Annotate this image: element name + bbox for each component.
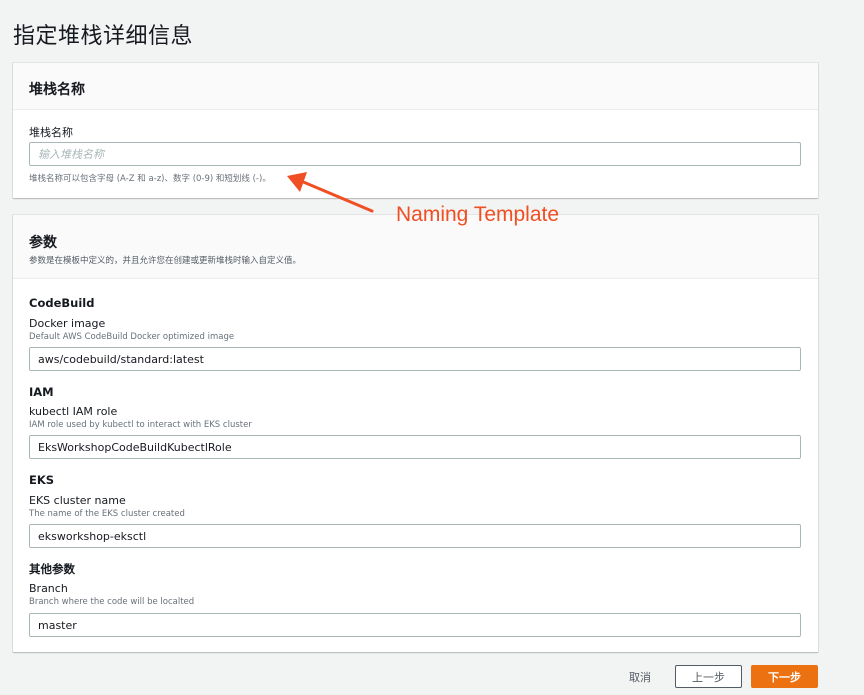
docker-image-description: Default AWS CodeBuild Docker optimized i… — [29, 332, 235, 342]
cancel-button[interactable]: 取消 — [620, 665, 660, 688]
eks-cluster-name-label: EKS cluster name — [29, 494, 126, 507]
branch-label: Branch — [29, 582, 68, 595]
group-title-other-parameters: 其他参数 — [29, 562, 75, 576]
next-button[interactable]: 下一步 — [751, 665, 818, 688]
eks-cluster-name-input[interactable] — [29, 524, 801, 548]
annotation-label: Naming Template — [396, 203, 560, 226]
stack-name-panel-header: 堆栈名称 — [13, 63, 818, 110]
eks-cluster-name-description: The name of the EKS cluster created — [29, 509, 185, 519]
kubectl-iam-role-input[interactable] — [29, 435, 801, 459]
stack-name-hint: 堆栈名称可以包含字母 (A-Z 和 a-z)、数字 (0-9) 和短划线 (-)… — [29, 174, 271, 184]
parameters-panel-description: 参数是在模板中定义的，并且允许您在创建或更新堆栈时输入自定义值。 — [29, 256, 302, 266]
stack-name-input[interactable] — [29, 142, 801, 166]
page-title: 指定堆栈详细信息 — [13, 24, 194, 49]
parameters-panel: 参数 参数是在模板中定义的，并且允许您在创建或更新堆栈时输入自定义值。 Code… — [13, 215, 818, 652]
stack-name-panel-title: 堆栈名称 — [29, 82, 85, 98]
stack-name-label: 堆栈名称 — [29, 126, 73, 139]
branch-input[interactable] — [29, 613, 801, 637]
annotation-arrow-icon — [287, 172, 374, 213]
kubectl-iam-role-description: IAM role used by kubectl to interact wit… — [29, 420, 252, 430]
group-title-iam: IAM — [29, 385, 54, 399]
stack-name-panel: 堆栈名称 堆栈名称 堆栈名称可以包含字母 (A-Z 和 a-z)、数字 (0-9… — [13, 63, 818, 198]
group-title-codebuild: CodeBuild — [29, 296, 95, 310]
branch-description: Branch where the code will be localted — [29, 597, 195, 607]
docker-image-label: Docker image — [29, 317, 106, 330]
group-title-eks: EKS — [29, 473, 55, 487]
previous-button[interactable]: 上一步 — [675, 665, 742, 688]
kubectl-iam-role-label: kubectl IAM role — [29, 405, 118, 418]
docker-image-input[interactable] — [29, 347, 801, 371]
